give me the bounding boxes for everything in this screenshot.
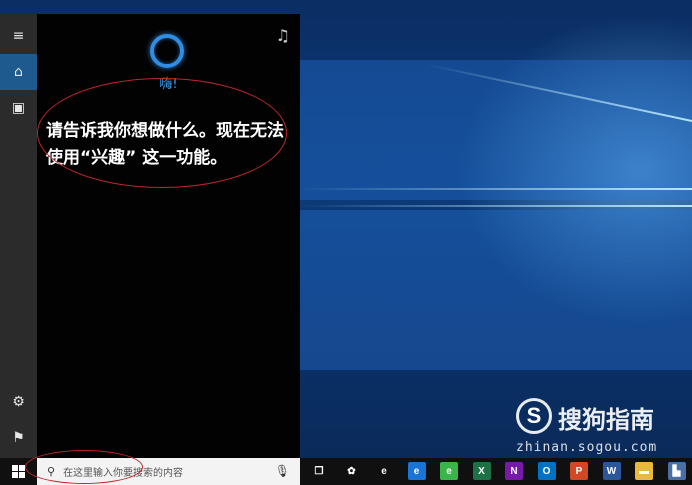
wallpaper-beam (300, 188, 692, 190)
file-explorer-icon[interactable]: ▬ (635, 462, 653, 480)
feedback-icon[interactable]: ⚑ (0, 420, 37, 456)
task-view-glyph: ❐ (314, 465, 324, 477)
wallpaper-pane (300, 210, 692, 370)
outlook-icon[interactable]: O (537, 462, 556, 480)
wallpaper-beam (300, 205, 692, 207)
browser-icon[interactable]: e (440, 462, 458, 480)
task-view-icon[interactable]: ❐ (310, 462, 328, 480)
app-icon[interactable]: ✿ (342, 462, 361, 480)
edge-icon[interactable]: e (407, 462, 426, 480)
hamburger-menu-icon[interactable]: ≡ (0, 18, 37, 54)
highlight-annotation-oval (37, 78, 287, 188)
excel-glyph: X (478, 465, 485, 477)
ie-glyph: e (381, 465, 387, 477)
word-icon[interactable]: W (602, 462, 621, 480)
highlight-annotation-oval (25, 450, 143, 484)
browser-glyph: e (446, 465, 452, 477)
app-glyph: ✿ (347, 465, 356, 477)
outlook-glyph: O (542, 465, 551, 477)
powerpoint-icon[interactable]: P (570, 462, 588, 480)
home-icon[interactable]: ⌂ (0, 54, 37, 90)
cortana-logo-icon (150, 34, 184, 68)
pc-glyph: ▙ (672, 465, 681, 477)
pc-icon[interactable]: ▙ (667, 462, 686, 480)
gear-icon[interactable]: ⚙ (0, 384, 37, 420)
notebook-icon[interactable]: ▣ (0, 90, 37, 126)
edge-glyph: e (413, 465, 420, 477)
feedback-glyph: ⚑ (12, 430, 25, 446)
notebook-glyph: ▣ (11, 100, 26, 116)
powerpoint-glyph: P (575, 465, 583, 477)
home-glyph: ⌂ (14, 64, 23, 80)
onenote-glyph: N (510, 465, 518, 477)
gear-glyph: ⚙ (12, 394, 25, 410)
word-glyph: W (606, 465, 617, 477)
windows-logo-icon (12, 465, 25, 478)
sogou-logo-letter: S (526, 403, 542, 428)
ie-icon[interactable]: e (375, 462, 393, 480)
file-explorer-glyph: ▬ (639, 465, 649, 477)
watermark-title: 搜狗指南 (558, 406, 654, 434)
music-glyph: ♫ (275, 26, 290, 45)
cortana-rail: ≡ ⌂ ▣ ⚙ ⚑ (0, 14, 37, 458)
music-icon[interactable]: ♫ (276, 26, 290, 45)
excel-icon[interactable]: X (472, 462, 491, 480)
onenote-icon[interactable]: N (505, 462, 523, 480)
wallpaper-pane (300, 60, 692, 200)
microphone-icon[interactable]: 🎙 (275, 464, 290, 478)
hamburger-glyph: ≡ (12, 28, 25, 44)
watermark-url: zhinan.sogou.com (516, 440, 658, 455)
cortana-panel: ≡ ⌂ ▣ ⚙ ⚑ ♫ 嗨! 请告诉我你想做什么。现在无法使用“兴趣” 这一功能… (0, 14, 300, 458)
sogou-logo-icon: S (516, 398, 552, 434)
